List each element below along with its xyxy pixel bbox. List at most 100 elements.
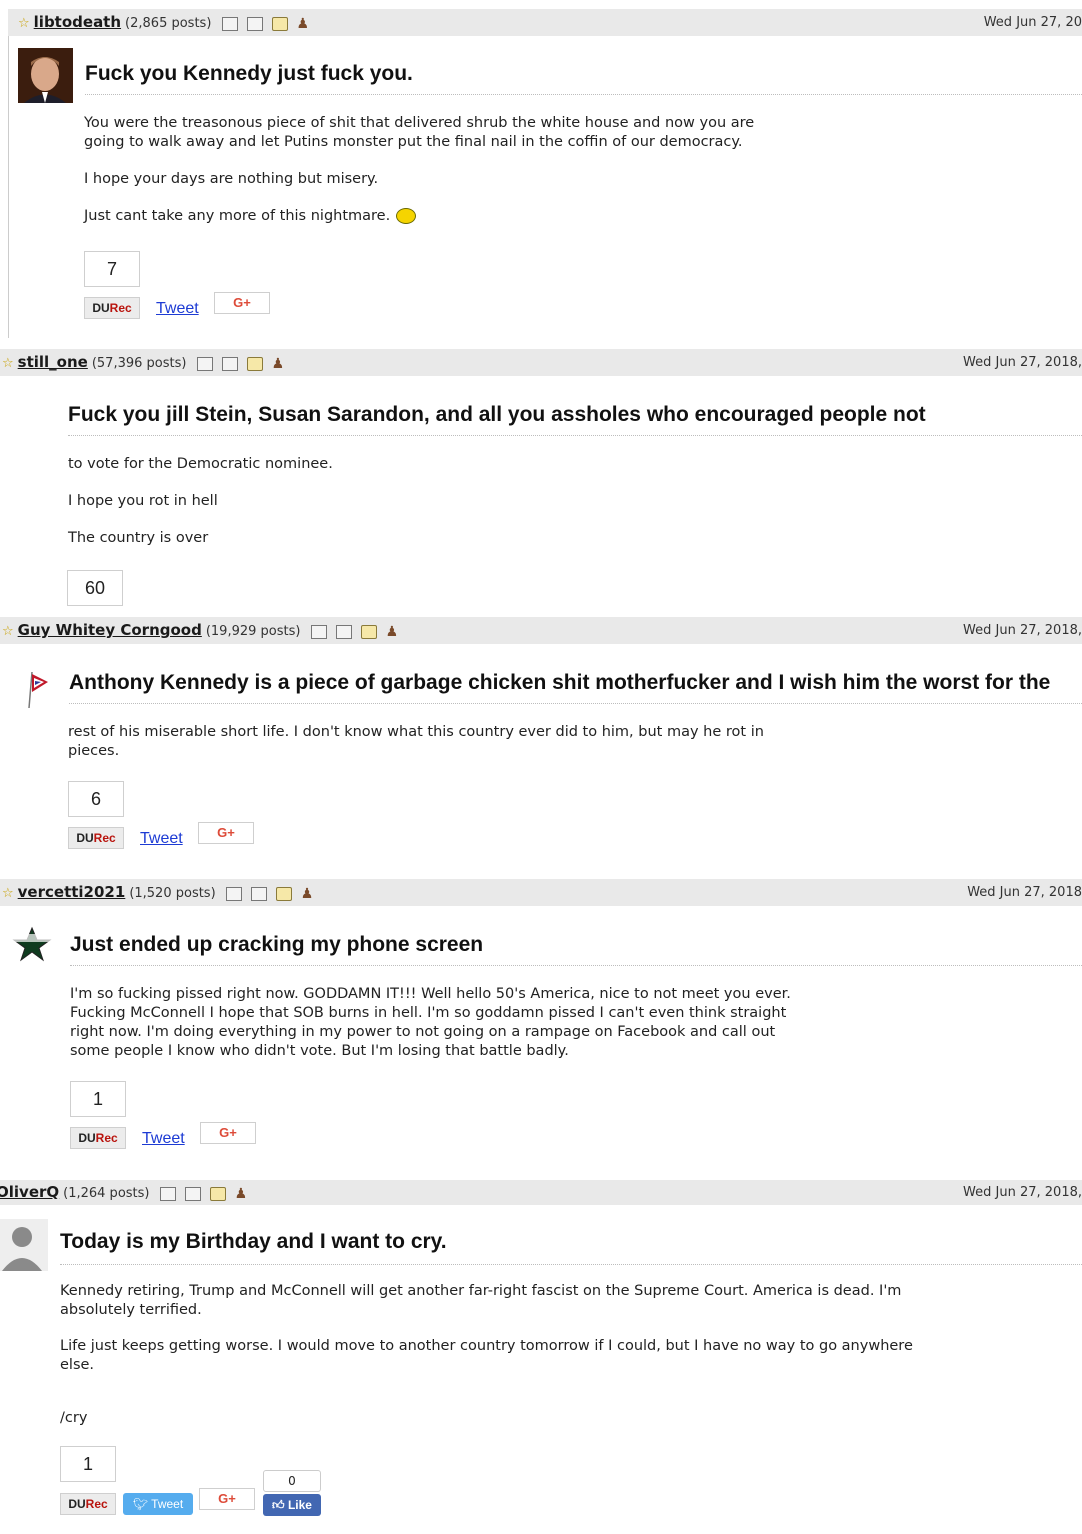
journal-icon[interactable]	[221, 356, 238, 371]
post-title: Just ended up cracking my phone screen	[70, 933, 484, 956]
post-title: Today is my Birthday and I want to cry.	[60, 1230, 447, 1253]
mail-icon[interactable]	[209, 1186, 226, 1201]
durec-button[interactable]: DURec	[70, 1127, 126, 1149]
username-link[interactable]: vercetti2021	[18, 883, 126, 901]
profile-icon[interactable]	[196, 356, 213, 371]
durec-rec-label: Rec	[85, 1497, 108, 1511]
post-body: rest of his miserable short life. I don'…	[68, 723, 788, 779]
default-avatar-icon	[0, 1219, 48, 1271]
mail-icon[interactable]	[275, 886, 292, 901]
star-icon[interactable]: ☆	[18, 16, 30, 31]
title-divider	[70, 965, 1082, 966]
user-tools: ♟	[225, 880, 328, 907]
post-count: (1,520 posts)	[129, 886, 216, 901]
post-title: Fuck you Kennedy just fuck you.	[85, 62, 413, 85]
post-header: OliverQ (1,264 posts) ♟ Wed Jun 27, 2018,	[0, 1180, 1082, 1205]
post-count: (19,929 posts)	[205, 624, 301, 639]
post-date: Wed Jun 27, 2018,	[963, 355, 1082, 370]
username-link[interactable]: OliverQ	[0, 1183, 59, 1201]
mail-icon[interactable]	[271, 16, 288, 31]
profile-icon[interactable]	[159, 1186, 176, 1201]
like-button[interactable]: 👍︎ Like	[263, 1494, 321, 1516]
username-link[interactable]: Guy Whitey Corngood	[18, 621, 202, 639]
title-divider	[60, 1264, 1082, 1265]
post-header: ☆ Guy Whitey Corngood (19,929 posts) ♟ Wed…	[0, 617, 1082, 644]
durec-button[interactable]: DURec	[84, 297, 140, 319]
gplus-button[interactable]: G+	[198, 822, 254, 844]
post-body: Kennedy retiring, Trump and McConnell wi…	[60, 1282, 940, 1446]
durec-du-label: DU	[76, 831, 94, 845]
facebook-like-widget: 0 👍︎ Like	[263, 1470, 321, 1516]
post-date: Wed Jun 27, 2018,	[963, 623, 1082, 638]
profile-icon[interactable]	[310, 624, 327, 639]
journal-icon[interactable]	[250, 886, 267, 901]
post-paragraph: I hope you rot in hell	[68, 493, 218, 509]
gplus-button[interactable]: G+	[199, 1488, 255, 1510]
mail-icon[interactable]	[246, 356, 263, 371]
post-count: (1,264 posts)	[63, 1186, 150, 1201]
user-tools: ♟	[221, 10, 324, 37]
tweet-button-label: Tweet	[151, 1497, 184, 1511]
post-header: ☆ still_one (57,396 posts) ♟ Wed Jun 27, 2…	[0, 349, 1082, 376]
durec-du-label: DU	[78, 1131, 96, 1145]
ignore-icon[interactable]: ♟	[386, 625, 404, 639]
post-paragraph-text: Just cant take any more of this nightmar…	[84, 208, 391, 224]
ignore-icon[interactable]: ♟	[272, 357, 290, 371]
durec-button[interactable]: DURec	[68, 827, 124, 849]
durec-rec-label: Rec	[93, 831, 116, 845]
post-body: You were the treasonous piece of shit th…	[84, 114, 784, 226]
tweet-link[interactable]: Tweet	[142, 1130, 185, 1148]
post-header: ☆ vercetti2021 (1,520 posts) ♟ Wed Jun 27,…	[0, 879, 1082, 906]
ignore-icon[interactable]: ♟	[235, 1187, 253, 1201]
tweet-button[interactable]: 🐦︎ Tweet	[123, 1493, 193, 1515]
title-divider	[85, 94, 1082, 95]
username-link[interactable]: still_one	[18, 353, 88, 371]
rec-count: 60	[67, 570, 123, 606]
journal-icon[interactable]	[184, 1186, 201, 1201]
durec-button[interactable]: DURec	[60, 1493, 116, 1515]
post-date: Wed Jun 27, 2018,	[963, 1185, 1082, 1200]
profile-icon[interactable]	[225, 886, 242, 901]
title-divider	[68, 435, 1082, 436]
post-paragraph: Kennedy retiring, Trump and McConnell wi…	[60, 1283, 902, 1318]
post-paragraph: The country is over	[68, 530, 209, 546]
avatar	[18, 48, 73, 103]
durec-rec-label: Rec	[95, 1131, 118, 1145]
post-body: to vote for the Democratic nominee. I ho…	[68, 455, 788, 566]
tweet-link[interactable]: Tweet	[140, 830, 183, 848]
journal-icon[interactable]	[335, 624, 352, 639]
post-date: Wed Jun 27, 20	[983, 15, 1082, 30]
star-icon[interactable]: ☆	[2, 356, 14, 371]
username-link[interactable]: libtodeath	[34, 13, 121, 31]
journal-icon[interactable]	[246, 16, 263, 31]
durec-du-label: DU	[92, 301, 110, 315]
durec-du-label: DU	[68, 1497, 86, 1511]
post-paragraph: Life just keeps getting worse. I would m…	[60, 1338, 913, 1373]
like-button-label: Like	[287, 1498, 312, 1512]
post-paragraph: I'm so fucking pissed right now. GODDAMN…	[70, 986, 791, 1059]
durec-rec-label: Rec	[109, 301, 132, 315]
ignore-icon[interactable]: ♟	[301, 887, 319, 901]
post-title: Anthony Kennedy is a piece of garbage ch…	[69, 671, 1051, 694]
rec-count: 1	[60, 1446, 116, 1482]
gplus-button[interactable]: G+	[200, 1122, 256, 1144]
star-icon[interactable]: ☆	[2, 624, 14, 639]
rec-count: 1	[70, 1081, 126, 1117]
ignore-icon[interactable]: ♟	[297, 17, 315, 31]
post-count: (57,396 posts)	[91, 356, 187, 371]
post-title: Fuck you jill Stein, Susan Sarandon, and…	[68, 403, 926, 426]
thumbs-up-icon: 👍︎	[272, 1498, 285, 1512]
post-paragraph: Just cant take any more of this nightmar…	[84, 207, 784, 226]
user-tools: ♟	[159, 1181, 262, 1206]
star-icon[interactable]: ☆	[2, 886, 14, 901]
profile-icon[interactable]	[221, 16, 238, 31]
post-date: Wed Jun 27, 2018	[967, 885, 1082, 900]
mail-icon[interactable]	[360, 624, 377, 639]
user-tools: ♟	[196, 350, 299, 377]
post-count: (2,865 posts)	[125, 16, 212, 31]
tweet-link[interactable]: Tweet	[156, 300, 199, 318]
post-paragraph: You were the treasonous piece of shit th…	[84, 115, 755, 150]
flag-avatar-icon	[26, 668, 54, 709]
gplus-button[interactable]: G+	[214, 292, 270, 314]
twitter-bird-icon: 🐦︎	[132, 1497, 149, 1511]
